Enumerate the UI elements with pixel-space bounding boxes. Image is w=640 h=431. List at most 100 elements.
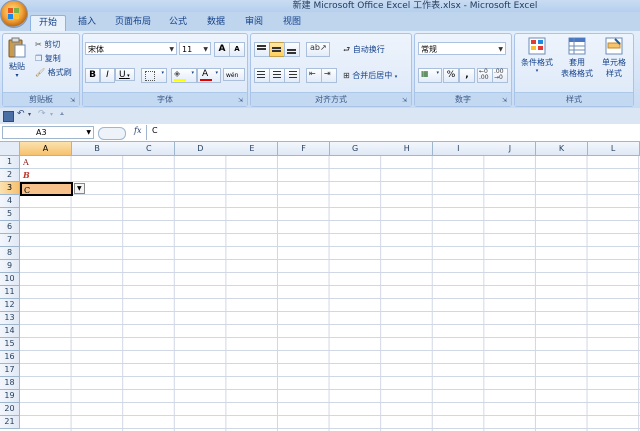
customize-toolbar-icon[interactable]: ⩡ (60, 110, 64, 119)
column-header-j[interactable]: J (484, 142, 537, 156)
select-all-button[interactable] (0, 142, 20, 156)
row-header-6[interactable]: 6 (0, 221, 20, 234)
tab-view[interactable]: 视图 (278, 15, 306, 30)
cell-a1[interactable]: A (21, 156, 72, 169)
row-header-4[interactable]: 4 (0, 195, 20, 208)
column-header-e[interactable]: E (226, 142, 279, 156)
chevron-down-icon[interactable]: ▾ (28, 111, 31, 118)
cell-area[interactable] (20, 156, 640, 431)
cell-styles-button[interactable]: 单元格 样式 (597, 37, 631, 79)
underline-button[interactable]: U ▾ (115, 68, 135, 81)
grow-font-button[interactable]: A (214, 42, 230, 57)
chevron-down-icon[interactable]: ▾ (50, 111, 53, 118)
percent-button[interactable]: % (443, 68, 459, 83)
office-button[interactable] (0, 0, 28, 28)
align-bottom-button[interactable] (284, 42, 300, 57)
font-name-select[interactable]: 宋体 ▼ (85, 42, 177, 55)
increase-indent-button[interactable]: ⇥ (321, 68, 337, 83)
row-header-8[interactable]: 8 (0, 247, 20, 260)
number-format-select[interactable]: 常规 ▼ (418, 42, 506, 55)
row-header-13[interactable]: 13 (0, 312, 20, 325)
increase-decimal-button[interactable]: ←0.00 (477, 68, 493, 83)
row-header-5[interactable]: 5 (0, 208, 20, 221)
column-header-h[interactable]: H (381, 142, 434, 156)
row-header-15[interactable]: 15 (0, 338, 20, 351)
formula-splitter[interactable] (98, 127, 126, 140)
column-header-k[interactable]: K (536, 142, 589, 156)
clipboard-group-label: 剪贴板 (3, 92, 79, 106)
column-header-c[interactable]: C (123, 142, 176, 156)
tab-home[interactable]: 开始 (30, 15, 66, 31)
row-header-7[interactable]: 7 (0, 234, 20, 247)
fx-icon[interactable]: fx (134, 126, 141, 135)
row-header-1[interactable]: 1 (0, 156, 20, 169)
column-header-f[interactable]: F (278, 142, 331, 156)
column-header-l[interactable]: L (587, 142, 640, 156)
row-header-12[interactable]: 12 (0, 299, 20, 312)
copy-button[interactable]: ❐ 复制 (35, 53, 61, 64)
number-launcher-icon[interactable]: ⇲ (502, 97, 509, 104)
column-header-a[interactable]: A (20, 142, 73, 156)
cell-a3[interactable]: C (20, 182, 73, 196)
cut-button[interactable]: ✂ 剪切 (35, 39, 60, 50)
redo-icon[interactable]: ↷ (38, 109, 46, 119)
tab-page-layout[interactable]: 页面布局 (110, 15, 156, 30)
undo-icon[interactable]: ↶ (17, 109, 25, 119)
save-icon[interactable] (3, 111, 14, 122)
tab-insert[interactable]: 插入 (72, 15, 102, 30)
conditional-format-button[interactable]: 条件格式 ▾ (517, 37, 557, 74)
clipboard-launcher-icon[interactable]: ⇲ (70, 97, 77, 104)
shrink-font-button[interactable]: A (229, 42, 245, 57)
row-header-3[interactable]: 3 (0, 182, 20, 195)
bold-button[interactable]: B (85, 68, 100, 83)
borders-button[interactable]: ▾ (141, 68, 167, 83)
column-header-i[interactable]: I (432, 142, 485, 156)
row-header-9[interactable]: 9 (0, 260, 20, 273)
format-painter-button[interactable]: 🖌 格式刷 (35, 67, 72, 78)
align-left-button[interactable] (254, 68, 270, 83)
phonetic-button[interactable]: wén (223, 68, 245, 81)
merge-center-label: 合并后居中 (352, 71, 393, 80)
column-header-b[interactable]: B (71, 142, 124, 156)
italic-button[interactable]: I (100, 68, 115, 83)
row-header-17[interactable]: 17 (0, 364, 20, 377)
row-header-11[interactable]: 11 (0, 286, 20, 299)
alignment-launcher-icon[interactable]: ⇲ (402, 97, 409, 104)
decrease-indent-button[interactable]: ⇤ (306, 68, 322, 83)
decrease-decimal-icon: .00 →0 (494, 68, 504, 81)
name-box[interactable]: A3 ▼ (2, 126, 94, 139)
row-header-19[interactable]: 19 (0, 390, 20, 403)
formula-input[interactable]: C (152, 126, 158, 135)
decrease-decimal-button[interactable]: .00 →0 (492, 68, 508, 83)
tab-data[interactable]: 数据 (202, 15, 230, 30)
format-as-table-button[interactable]: 套用 表格格式 (559, 37, 595, 79)
merge-center-button[interactable]: ⊞ 合并后居中 ▾ (343, 70, 397, 81)
font-launcher-icon[interactable]: ⇲ (238, 97, 245, 104)
comma-button[interactable]: , (459, 68, 475, 83)
align-middle-button[interactable] (269, 42, 285, 57)
row-header-14[interactable]: 14 (0, 325, 20, 338)
font-color-button[interactable]: A ▾ (197, 68, 221, 83)
tab-formulas[interactable]: 公式 (164, 15, 192, 30)
autocomplete-dropdown-button[interactable]: ▼ (74, 183, 85, 194)
paste-button[interactable]: 粘贴 ▾ (6, 37, 28, 83)
row-header-2[interactable]: 2 (0, 169, 20, 182)
fill-color-button[interactable]: ◈ ▾ (171, 68, 197, 83)
align-right-button[interactable] (284, 68, 300, 83)
row-header-10[interactable]: 10 (0, 273, 20, 286)
column-header-g[interactable]: G (329, 142, 382, 156)
tab-review[interactable]: 审阅 (240, 15, 268, 30)
row-header-21[interactable]: 21 (0, 416, 20, 429)
align-center-button[interactable] (269, 68, 285, 83)
font-size-select[interactable]: 11 ▼ (179, 42, 211, 55)
currency-button[interactable]: ▦ ▾ (418, 68, 442, 83)
column-header-d[interactable]: D (174, 142, 227, 156)
cell-a2[interactable]: B (21, 169, 72, 182)
row-header-18[interactable]: 18 (0, 377, 20, 390)
row-header-16[interactable]: 16 (0, 351, 20, 364)
paste-icon (8, 37, 26, 58)
align-top-button[interactable] (254, 42, 270, 57)
orientation-button[interactable]: ab↗ (306, 42, 330, 57)
wrap-text-button[interactable]: ⮐ 自动换行 (343, 44, 385, 58)
row-header-20[interactable]: 20 (0, 403, 20, 416)
